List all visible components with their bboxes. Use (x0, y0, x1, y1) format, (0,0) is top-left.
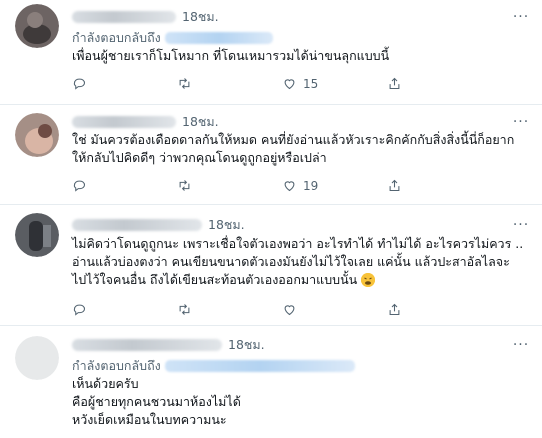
timestamp[interactable]: 18ชม. (182, 112, 219, 132)
tired-face-emoji-icon (361, 273, 376, 287)
avatar[interactable] (15, 336, 59, 380)
author-name[interactable] (72, 219, 202, 231)
share-button[interactable] (387, 76, 492, 91)
tweet-header: 18ชม. (72, 337, 265, 353)
more-icon[interactable]: ··· (513, 217, 529, 233)
replying-to-label: กำลังตอบกลับถึง (72, 30, 161, 45)
tweet-actions (72, 302, 492, 317)
reply-button[interactable] (72, 76, 177, 91)
reply-button[interactable] (72, 302, 177, 317)
tweet-actions: 15 (72, 76, 492, 91)
like-button[interactable]: 19 (282, 178, 387, 193)
author-name[interactable] (72, 339, 222, 351)
timestamp[interactable]: 18ชม. (228, 335, 265, 355)
replying-to: กำลังตอบกลับถึง (72, 28, 273, 48)
retweet-button[interactable] (177, 178, 282, 193)
more-icon[interactable]: ··· (513, 9, 529, 25)
avatar[interactable] (15, 113, 59, 157)
retweet-button[interactable] (177, 76, 282, 91)
share-icon (389, 303, 400, 316)
share-button[interactable] (387, 178, 492, 193)
reply-icon (73, 180, 86, 192)
tweet-3[interactable]: 18ชม. ··· ไม่คิดว่าโดนดูถูกนะ เพราะเชื่อ… (0, 205, 542, 326)
tweet-header: 18ชม. (72, 114, 219, 130)
share-icon (389, 77, 400, 90)
tweet-2[interactable]: 18ชม. ··· ใช่ มันควรต้องเดือดดาลกันให้หม… (0, 105, 542, 205)
timestamp[interactable]: 18ชม. (208, 215, 245, 235)
avatar[interactable] (15, 4, 59, 48)
tweet-header: 18ชม. (72, 9, 219, 25)
share-icon (389, 179, 400, 192)
tweet-text: เห็นด้วยครับ คือผู้ชายทุกคนชวนมาห้องไม่ไ… (72, 376, 241, 427)
share-button[interactable] (387, 302, 492, 317)
timestamp[interactable]: 18ชม. (182, 7, 219, 27)
author-name[interactable] (72, 11, 176, 23)
replying-to: กำลังตอบกลับถึง (72, 356, 355, 376)
reply-icon (73, 78, 86, 90)
tweet-header: 18ชม. (72, 217, 245, 233)
like-button[interactable]: 15 (282, 76, 387, 91)
more-icon[interactable]: ··· (513, 114, 529, 130)
heart-icon (284, 305, 295, 316)
more-icon[interactable]: ··· (513, 337, 529, 353)
avatar[interactable] (15, 213, 59, 257)
tweet-text-content: ไม่คิดว่าโดนดูถูกนะ เพราะเชื่อใจตัวเองพอ… (72, 236, 524, 287)
retweet-icon (179, 78, 190, 89)
tweet-actions: 19 (72, 178, 492, 193)
reply-icon (73, 304, 86, 316)
reply-button[interactable] (72, 178, 177, 193)
replying-to-handle[interactable] (164, 32, 273, 44)
tweet-1[interactable]: 18ชม. ··· กำลังตอบกลับถึง เพื่อนผู้ชายเร… (0, 0, 542, 105)
heart-icon (284, 181, 295, 192)
like-count: 19 (303, 178, 319, 193)
tweet-text: เพื่อนผู้ชายเราก็โมโหมาก ที่โดนเหมารวมได… (72, 48, 390, 63)
tweet-text: ใช่ มันควรต้องเดือดดาลกันให้หมด คนที่ยัง… (72, 132, 515, 165)
replying-to-handle[interactable] (164, 360, 355, 372)
heart-icon (284, 79, 295, 90)
retweet-icon (179, 180, 190, 191)
like-count: 15 (303, 76, 319, 91)
retweet-icon (179, 304, 190, 315)
retweet-button[interactable] (177, 302, 282, 317)
tweet-4[interactable]: 18ชม. ··· กำลังตอบกลับถึง เห็นด้วยครับ ค… (0, 326, 542, 438)
replying-to-label: กำลังตอบกลับถึง (72, 358, 161, 373)
tweet-text: ไม่คิดว่าโดนดูถูกนะ เพราะเชื่อใจตัวเองพอ… (72, 235, 527, 289)
like-button[interactable] (282, 302, 387, 317)
author-name[interactable] (72, 116, 176, 128)
